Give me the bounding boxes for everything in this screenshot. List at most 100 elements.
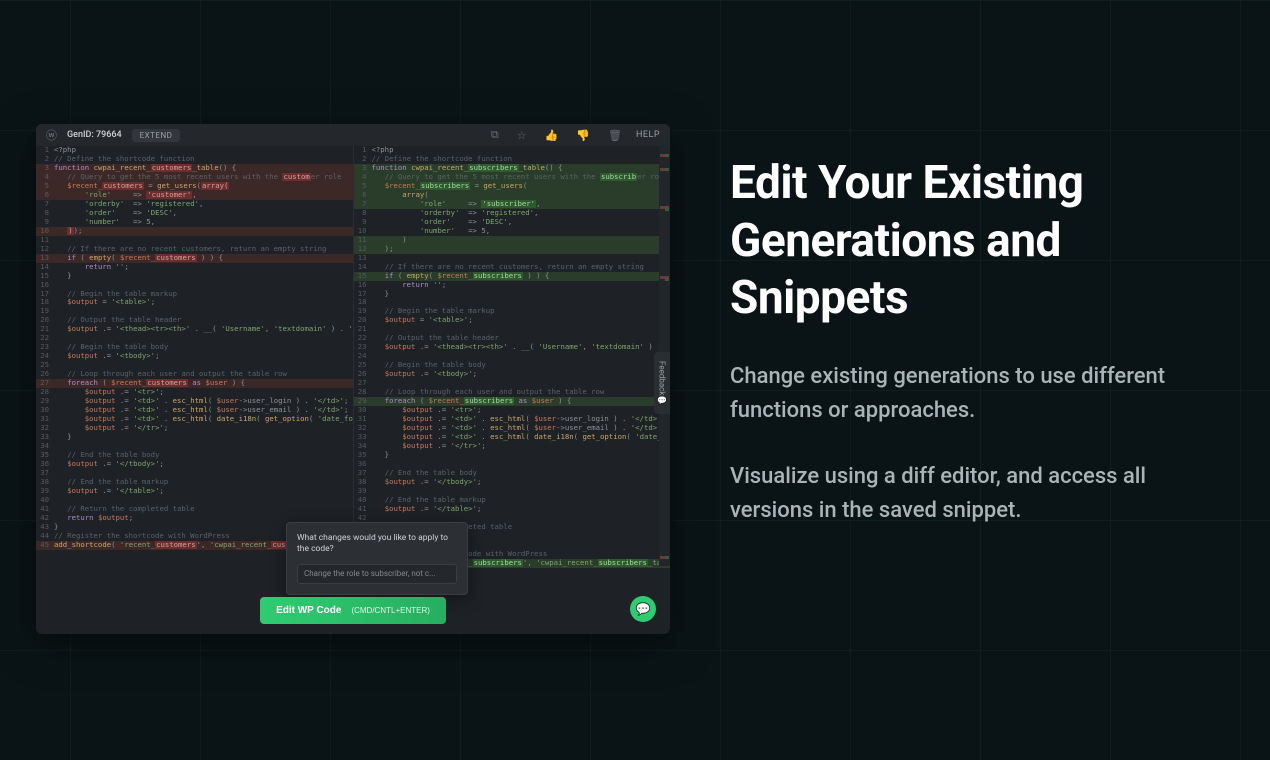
code-line: 21: [354, 325, 671, 334]
code-line: 41 $output .= '</table>';: [354, 505, 671, 514]
code-line: 34: [36, 442, 353, 451]
code-content: if ( empty( $recent_subscribers ) ) {: [372, 272, 671, 281]
code-content: $output .= '<tbody>';: [372, 370, 671, 379]
code-line: 32 $output .= '<td>' . esc_html( $user->…: [354, 424, 671, 433]
code-content: $output = '<table>';: [372, 316, 671, 325]
code-line: 23 // Begin the table body: [36, 343, 353, 352]
code-line: 10 'number' => 5,: [354, 227, 671, 236]
code-line: 4 // Query to get the 5 most recent user…: [354, 173, 671, 182]
code-line: 7 'orderby' => 'registered',: [36, 200, 353, 209]
code-line: 3function cwpai_recent_customers_table()…: [36, 164, 353, 173]
code-line: 9 'number' => 5,: [36, 218, 353, 227]
code-content: foreach ( $recent_customers as $user ) {: [54, 379, 353, 388]
code-content: return '';: [372, 281, 671, 290]
code-content: }: [54, 433, 353, 442]
thumbs-up-icon[interactable]: 👍: [541, 129, 563, 142]
code-line: 36: [354, 460, 671, 469]
code-line: 18 $output = '<table>';: [36, 298, 353, 307]
code-content: [54, 469, 353, 478]
code-line: 15 }: [36, 272, 353, 281]
popup-input[interactable]: Change the role to subscriber, not c...: [297, 564, 457, 584]
code-line: 37: [36, 469, 353, 478]
code-content: // End the table body: [372, 469, 671, 478]
code-line: 36 $output .= '</tbody>';: [36, 460, 353, 469]
code-line: 35 // End the table body: [36, 451, 353, 460]
code-line: 5 $recent_customers = get_users(array(: [36, 182, 353, 191]
help-link[interactable]: HELP: [636, 130, 660, 140]
code-line: 15 if ( empty( $recent_subscribers ) ) {: [354, 272, 671, 281]
code-line: 37 // End the table body: [354, 469, 671, 478]
code-content: 'order' => 'DESC',: [372, 218, 671, 227]
code-line: 24: [354, 352, 671, 361]
code-content: // Begin the table body: [54, 343, 353, 352]
chat-fab-icon[interactable]: 💬: [630, 596, 656, 622]
code-content: $output .= '<tr>';: [372, 406, 671, 415]
code-line: 13 if ( empty( $recent_customers ) ) {: [36, 254, 353, 263]
marketing-copy: Edit Your Existing Generations and Snipp…: [730, 155, 1180, 528]
code-line: 14 return '';: [36, 263, 353, 272]
code-content: $output .= '<td>' . esc_html( date_i18n(…: [54, 415, 353, 424]
edit-wp-code-button[interactable]: Edit WP Code (CMD/CNTL+ENTER): [260, 597, 446, 624]
code-line: 9 'order' => 'DESC',: [354, 218, 671, 227]
chat-icon: 💬: [658, 395, 667, 405]
code-content: array(: [372, 191, 671, 200]
diff-pane-original[interactable]: 1<?php2// Define the shortcode function3…: [36, 146, 353, 584]
code-content: $output .= '</table>';: [54, 487, 353, 496]
diff-pane-modified[interactable]: 1<?php2// Define the shortcode function3…: [353, 146, 671, 584]
thumbs-down-icon[interactable]: 👎: [572, 129, 594, 142]
code-content: 'number' => 5,: [54, 218, 353, 227]
code-line: 32 $output .= '</tr>';: [36, 424, 353, 433]
code-content: <?php: [372, 146, 671, 155]
code-content: $output .= '</tbody>';: [372, 478, 671, 487]
code-line: 38 $output .= '</tbody>';: [354, 478, 671, 487]
code-content: [54, 361, 353, 370]
trash-icon[interactable]: 🗑: [604, 129, 626, 142]
copy-icon[interactable]: ⧉: [487, 128, 503, 142]
popup-label: What changes would you like to apply to …: [297, 533, 457, 556]
code-content: foreach ( $recent_subscribers as $user )…: [372, 397, 671, 406]
code-content: $output .= '<td>' . esc_html( $user->use…: [54, 406, 353, 415]
code-line: 41 // Return the completed table: [36, 505, 353, 514]
code-content: 'number' => 5,: [372, 227, 671, 236]
code-line: 30 $output .= '<tr>';: [354, 406, 671, 415]
wordpress-icon: ⓦ: [46, 127, 57, 143]
code-line: 22: [36, 334, 353, 343]
code-line: 39 $output .= '</table>';: [36, 487, 353, 496]
code-line: 33 }: [36, 433, 353, 442]
code-line: 34 $output .= '</tr>';: [354, 442, 671, 451]
code-line: 6 array(: [354, 191, 671, 200]
code-line: 22 // Output the table header: [354, 334, 671, 343]
code-line: 8 'order' => 'DESC',: [36, 209, 353, 218]
code-line: 16: [36, 281, 353, 290]
code-line: 17 }: [354, 290, 671, 299]
code-line: 17 // Begin the table markup: [36, 290, 353, 299]
code-line: 20 $output = '<table>';: [354, 316, 671, 325]
star-icon[interactable]: ☆: [513, 129, 531, 142]
code-content: 'role' => 'customer',: [54, 191, 353, 200]
code-line: 31 $output .= '<td>' . esc_html( $user->…: [354, 415, 671, 424]
code-content: if ( empty( $recent_customers ) ) {: [54, 254, 353, 263]
code-line: 1<?php: [354, 146, 671, 155]
code-content: [54, 236, 353, 245]
code-content: [372, 325, 671, 334]
edit-prompt-popup: What changes would you like to apply to …: [286, 522, 468, 595]
code-content: // Begin the table markup: [372, 307, 671, 316]
code-line: 39: [354, 487, 671, 496]
page-paragraph-1: Change existing generations to use diffe…: [730, 360, 1180, 428]
code-line: 1<?php: [36, 146, 353, 155]
code-content: // Query to get the 5 most recent users …: [54, 173, 353, 182]
code-content: // Begin the table markup: [54, 290, 353, 299]
code-content: function cwpai_recent_customers_table() …: [54, 164, 353, 173]
code-content: // Begin the table body: [372, 361, 671, 370]
extend-button[interactable]: EXTEND: [132, 129, 181, 142]
code-content: $output .= '</tbody>';: [54, 460, 353, 469]
code-content: // End the table markup: [372, 496, 671, 505]
line-number: 45: [36, 541, 54, 550]
code-content: [372, 352, 671, 361]
code-content: [372, 298, 671, 307]
code-content: // Define the shortcode function: [372, 155, 671, 164]
feedback-tab[interactable]: Feedback 💬: [654, 352, 670, 414]
code-content: // Output the table header: [54, 316, 353, 325]
code-line: 19: [36, 307, 353, 316]
diff-editor[interactable]: 1<?php2// Define the shortcode function3…: [36, 146, 670, 584]
